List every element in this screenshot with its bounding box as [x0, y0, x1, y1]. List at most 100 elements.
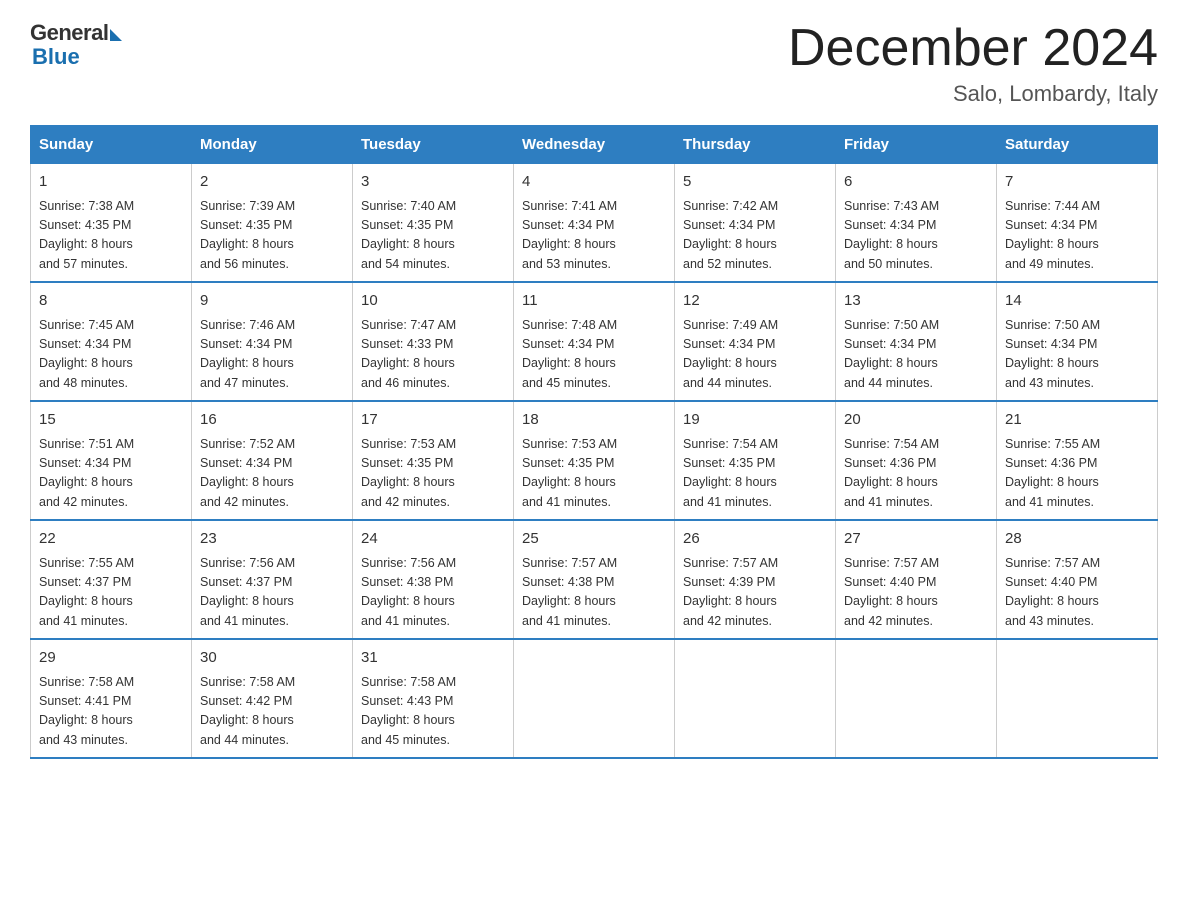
logo: General Blue: [30, 20, 122, 70]
page-header: General Blue December 2024 Salo, Lombard…: [30, 20, 1158, 107]
calendar-cell: 15 Sunrise: 7:51 AM Sunset: 4:34 PM Dayl…: [31, 401, 192, 520]
calendar-table: SundayMondayTuesdayWednesdayThursdayFrid…: [30, 125, 1158, 759]
day-number: 25: [522, 528, 666, 551]
day-number: 22: [39, 528, 183, 551]
day-info: Sunrise: 7:57 AM Sunset: 4:39 PM Dayligh…: [683, 554, 827, 632]
day-number: 30: [200, 647, 344, 670]
calendar-cell: 4 Sunrise: 7:41 AM Sunset: 4:34 PM Dayli…: [514, 164, 675, 283]
day-number: 4: [522, 171, 666, 194]
day-number: 10: [361, 290, 505, 313]
calendar-week-row: 22 Sunrise: 7:55 AM Sunset: 4:37 PM Dayl…: [31, 520, 1158, 639]
day-info: Sunrise: 7:46 AM Sunset: 4:34 PM Dayligh…: [200, 316, 344, 394]
calendar-cell: 6 Sunrise: 7:43 AM Sunset: 4:34 PM Dayli…: [836, 164, 997, 283]
calendar-cell: 14 Sunrise: 7:50 AM Sunset: 4:34 PM Dayl…: [997, 282, 1158, 401]
calendar-cell: 1 Sunrise: 7:38 AM Sunset: 4:35 PM Dayli…: [31, 164, 192, 283]
calendar-cell: 12 Sunrise: 7:49 AM Sunset: 4:34 PM Dayl…: [675, 282, 836, 401]
day-info: Sunrise: 7:56 AM Sunset: 4:38 PM Dayligh…: [361, 554, 505, 632]
calendar-cell: [997, 639, 1158, 758]
day-number: 7: [1005, 171, 1149, 194]
day-number: 8: [39, 290, 183, 313]
day-info: Sunrise: 7:44 AM Sunset: 4:34 PM Dayligh…: [1005, 197, 1149, 275]
day-number: 17: [361, 409, 505, 432]
day-number: 18: [522, 409, 666, 432]
day-number: 24: [361, 528, 505, 551]
day-info: Sunrise: 7:57 AM Sunset: 4:40 PM Dayligh…: [1005, 554, 1149, 632]
weekday-header-monday: Monday: [192, 126, 353, 164]
calendar-cell: 29 Sunrise: 7:58 AM Sunset: 4:41 PM Dayl…: [31, 639, 192, 758]
day-info: Sunrise: 7:55 AM Sunset: 4:37 PM Dayligh…: [39, 554, 183, 632]
day-number: 1: [39, 171, 183, 194]
calendar-cell: 11 Sunrise: 7:48 AM Sunset: 4:34 PM Dayl…: [514, 282, 675, 401]
logo-triangle-icon: [110, 29, 122, 41]
calendar-cell: 28 Sunrise: 7:57 AM Sunset: 4:40 PM Dayl…: [997, 520, 1158, 639]
calendar-cell: 23 Sunrise: 7:56 AM Sunset: 4:37 PM Dayl…: [192, 520, 353, 639]
day-info: Sunrise: 7:56 AM Sunset: 4:37 PM Dayligh…: [200, 554, 344, 632]
calendar-cell: 13 Sunrise: 7:50 AM Sunset: 4:34 PM Dayl…: [836, 282, 997, 401]
day-info: Sunrise: 7:57 AM Sunset: 4:38 PM Dayligh…: [522, 554, 666, 632]
day-number: 16: [200, 409, 344, 432]
day-info: Sunrise: 7:53 AM Sunset: 4:35 PM Dayligh…: [522, 435, 666, 513]
day-info: Sunrise: 7:40 AM Sunset: 4:35 PM Dayligh…: [361, 197, 505, 275]
day-number: 6: [844, 171, 988, 194]
day-number: 21: [1005, 409, 1149, 432]
day-info: Sunrise: 7:38 AM Sunset: 4:35 PM Dayligh…: [39, 197, 183, 275]
day-info: Sunrise: 7:39 AM Sunset: 4:35 PM Dayligh…: [200, 197, 344, 275]
weekday-header-thursday: Thursday: [675, 126, 836, 164]
month-title: December 2024: [788, 20, 1158, 77]
day-info: Sunrise: 7:50 AM Sunset: 4:34 PM Dayligh…: [844, 316, 988, 394]
day-number: 12: [683, 290, 827, 313]
calendar-cell: 26 Sunrise: 7:57 AM Sunset: 4:39 PM Dayl…: [675, 520, 836, 639]
day-number: 14: [1005, 290, 1149, 313]
day-info: Sunrise: 7:53 AM Sunset: 4:35 PM Dayligh…: [361, 435, 505, 513]
calendar-cell: 25 Sunrise: 7:57 AM Sunset: 4:38 PM Dayl…: [514, 520, 675, 639]
day-number: 15: [39, 409, 183, 432]
calendar-cell: 31 Sunrise: 7:58 AM Sunset: 4:43 PM Dayl…: [353, 639, 514, 758]
day-info: Sunrise: 7:50 AM Sunset: 4:34 PM Dayligh…: [1005, 316, 1149, 394]
day-info: Sunrise: 7:52 AM Sunset: 4:34 PM Dayligh…: [200, 435, 344, 513]
day-info: Sunrise: 7:57 AM Sunset: 4:40 PM Dayligh…: [844, 554, 988, 632]
calendar-cell: 17 Sunrise: 7:53 AM Sunset: 4:35 PM Dayl…: [353, 401, 514, 520]
calendar-cell: 16 Sunrise: 7:52 AM Sunset: 4:34 PM Dayl…: [192, 401, 353, 520]
day-info: Sunrise: 7:42 AM Sunset: 4:34 PM Dayligh…: [683, 197, 827, 275]
day-number: 9: [200, 290, 344, 313]
weekday-header-saturday: Saturday: [997, 126, 1158, 164]
day-number: 27: [844, 528, 988, 551]
day-number: 19: [683, 409, 827, 432]
calendar-cell: 7 Sunrise: 7:44 AM Sunset: 4:34 PM Dayli…: [997, 164, 1158, 283]
calendar-header: SundayMondayTuesdayWednesdayThursdayFrid…: [31, 126, 1158, 164]
title-block: December 2024 Salo, Lombardy, Italy: [788, 20, 1158, 107]
day-info: Sunrise: 7:43 AM Sunset: 4:34 PM Dayligh…: [844, 197, 988, 275]
day-number: 23: [200, 528, 344, 551]
logo-general-text: General: [30, 20, 108, 46]
calendar-cell: 24 Sunrise: 7:56 AM Sunset: 4:38 PM Dayl…: [353, 520, 514, 639]
calendar-cell: 30 Sunrise: 7:58 AM Sunset: 4:42 PM Dayl…: [192, 639, 353, 758]
calendar-cell: [836, 639, 997, 758]
day-info: Sunrise: 7:48 AM Sunset: 4:34 PM Dayligh…: [522, 316, 666, 394]
day-info: Sunrise: 7:49 AM Sunset: 4:34 PM Dayligh…: [683, 316, 827, 394]
calendar-cell: 9 Sunrise: 7:46 AM Sunset: 4:34 PM Dayli…: [192, 282, 353, 401]
calendar-cell: [675, 639, 836, 758]
weekday-header-tuesday: Tuesday: [353, 126, 514, 164]
calendar-cell: 27 Sunrise: 7:57 AM Sunset: 4:40 PM Dayl…: [836, 520, 997, 639]
calendar-cell: 2 Sunrise: 7:39 AM Sunset: 4:35 PM Dayli…: [192, 164, 353, 283]
day-number: 11: [522, 290, 666, 313]
calendar-week-row: 8 Sunrise: 7:45 AM Sunset: 4:34 PM Dayli…: [31, 282, 1158, 401]
calendar-cell: 18 Sunrise: 7:53 AM Sunset: 4:35 PM Dayl…: [514, 401, 675, 520]
calendar-cell: 21 Sunrise: 7:55 AM Sunset: 4:36 PM Dayl…: [997, 401, 1158, 520]
day-info: Sunrise: 7:54 AM Sunset: 4:36 PM Dayligh…: [844, 435, 988, 513]
calendar-cell: 5 Sunrise: 7:42 AM Sunset: 4:34 PM Dayli…: [675, 164, 836, 283]
day-number: 28: [1005, 528, 1149, 551]
day-info: Sunrise: 7:58 AM Sunset: 4:42 PM Dayligh…: [200, 673, 344, 751]
calendar-cell: 3 Sunrise: 7:40 AM Sunset: 4:35 PM Dayli…: [353, 164, 514, 283]
day-number: 3: [361, 171, 505, 194]
day-number: 31: [361, 647, 505, 670]
calendar-cell: 22 Sunrise: 7:55 AM Sunset: 4:37 PM Dayl…: [31, 520, 192, 639]
location-title: Salo, Lombardy, Italy: [788, 81, 1158, 107]
weekday-header-sunday: Sunday: [31, 126, 192, 164]
day-info: Sunrise: 7:58 AM Sunset: 4:43 PM Dayligh…: [361, 673, 505, 751]
calendar-week-row: 15 Sunrise: 7:51 AM Sunset: 4:34 PM Dayl…: [31, 401, 1158, 520]
calendar-week-row: 29 Sunrise: 7:58 AM Sunset: 4:41 PM Dayl…: [31, 639, 1158, 758]
calendar-cell: 8 Sunrise: 7:45 AM Sunset: 4:34 PM Dayli…: [31, 282, 192, 401]
day-number: 20: [844, 409, 988, 432]
day-info: Sunrise: 7:41 AM Sunset: 4:34 PM Dayligh…: [522, 197, 666, 275]
